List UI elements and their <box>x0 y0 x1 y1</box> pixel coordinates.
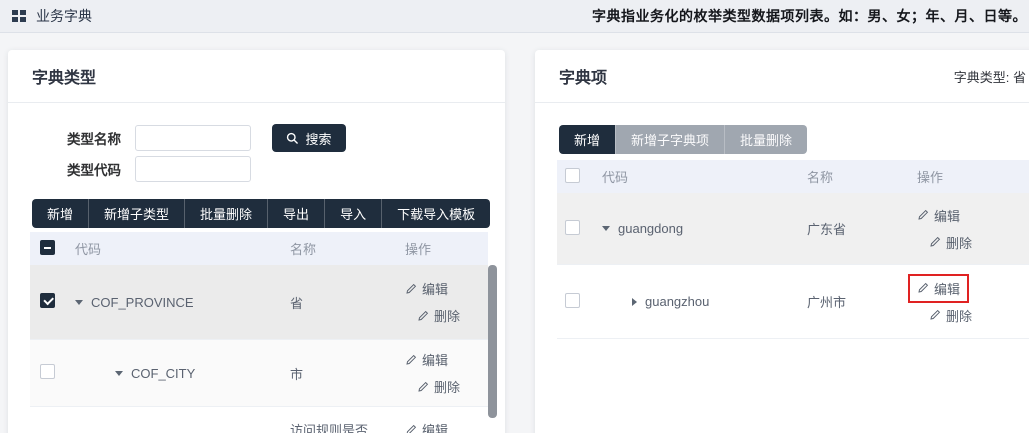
dict-item-table-header: 代码 名称 操作 <box>557 160 1029 193</box>
dict-item-title: 字典项 <box>559 64 607 88</box>
search-icon <box>286 132 299 145</box>
row-name: 广州市 <box>807 292 917 311</box>
collapse-caret-icon[interactable] <box>632 298 637 306</box>
expand-caret-icon[interactable] <box>602 226 610 231</box>
type-name-form-row: 类型名称 搜索 <box>67 124 346 152</box>
batch-delete-type-button[interactable]: 批量删除 <box>184 199 267 228</box>
dict-type-filter-value: 省 <box>1013 70 1026 85</box>
batch-delete-item-button[interactable]: 批量删除 <box>724 125 807 154</box>
delete-pencil-icon <box>929 309 941 321</box>
edit-link[interactable]: 编辑 <box>917 206 1029 225</box>
type-name-label: 类型名称 <box>67 128 135 148</box>
dict-type-panel-header: 字典类型 <box>8 50 505 103</box>
row-name: 省 <box>290 293 395 312</box>
dict-type-filter: 字典类型: 省 <box>954 67 1026 86</box>
row-code: COF_CITY <box>131 366 195 381</box>
select-all-checkbox[interactable] <box>565 168 580 183</box>
dict-item-panel: 字典项 字典类型: 省 新增 新增子字典项 批量删除 代码 名称 操作 guan… <box>535 50 1029 433</box>
expand-caret-icon[interactable] <box>75 300 83 305</box>
edit-pencil-icon <box>405 354 417 366</box>
search-button-label: 搜索 <box>305 129 331 148</box>
name-column-header: 名称 <box>807 167 917 186</box>
row-name: 访问规则是否 <box>290 420 395 433</box>
code-column-header: 代码 <box>75 239 290 258</box>
add-item-button[interactable]: 新增 <box>559 125 615 154</box>
type-code-form-row: 类型代码 <box>67 156 251 182</box>
type-code-label: 类型代码 <box>67 159 135 179</box>
page-description: 字典指业务化的枚举类型数据项列表。如：男、女；年、月、日等。 <box>592 6 1027 26</box>
add-type-button[interactable]: 新增 <box>32 199 88 228</box>
table-row[interactable]: COF_PROVINCE 省 编辑 删除 <box>30 265 488 340</box>
delete-pencil-icon <box>417 381 429 393</box>
delete-link[interactable]: 删除 <box>929 233 1029 252</box>
edit-pencil-icon <box>405 283 417 295</box>
add-subtype-button[interactable]: 新增子类型 <box>88 199 184 228</box>
row-name: 广东省 <box>807 219 917 238</box>
action-column-header: 操作 <box>917 167 1029 186</box>
select-all-checkbox[interactable] <box>40 240 55 255</box>
delete-link[interactable]: 删除 <box>417 306 488 325</box>
table-row[interactable]: guangdong 广东省 编辑 删除 <box>557 193 1029 265</box>
dict-type-panel: 字典类型 类型名称 搜索 类型代码 新增 新增子类型 批量删除 导出 导入 下载… <box>8 50 505 433</box>
table-row[interactable]: COF_CITY 市 编辑 删除 <box>30 340 488 407</box>
search-button[interactable]: 搜索 <box>272 124 346 152</box>
dict-item-panel-header: 字典项 字典类型: 省 <box>535 50 1029 103</box>
delete-pencil-icon <box>929 236 941 248</box>
edit-link[interactable]: 编辑 <box>405 350 488 369</box>
export-button[interactable]: 导出 <box>267 199 324 228</box>
topbar: 业务字典 字典指业务化的枚举类型数据项列表。如：男、女；年、月、日等。 <box>0 0 1029 33</box>
row-checkbox[interactable] <box>40 364 55 379</box>
edit-link-highlighted[interactable]: 编辑 <box>908 274 969 303</box>
row-code: guangdong <box>618 221 683 236</box>
row-checkbox[interactable] <box>565 220 580 235</box>
type-name-input[interactable] <box>135 125 251 151</box>
expand-caret-icon[interactable] <box>115 371 123 376</box>
table-scrollbar[interactable] <box>488 265 497 418</box>
delete-pencil-icon <box>417 310 429 322</box>
edit-pencil-icon <box>917 282 929 294</box>
name-column-header: 名称 <box>290 239 395 258</box>
row-checkbox[interactable] <box>565 293 580 308</box>
dict-item-toolbar: 新增 新增子字典项 批量删除 <box>559 125 807 154</box>
code-column-header: 代码 <box>602 167 807 186</box>
row-code: COF_PROVINCE <box>91 295 194 310</box>
table-row[interactable]: guangzhou 广州市 编辑 删除 <box>557 265 1029 339</box>
edit-pencil-icon <box>405 424 417 433</box>
dict-type-toolbar: 新增 新增子类型 批量删除 导出 导入 下载导入模板 <box>32 199 490 228</box>
dict-type-table: 代码 名称 操作 COF_PROVINCE 省 编辑 删除 <box>30 232 488 433</box>
import-button[interactable]: 导入 <box>324 199 381 228</box>
dict-type-table-header: 代码 名称 操作 <box>30 232 488 265</box>
delete-link[interactable]: 删除 <box>929 306 1029 325</box>
apps-grid-icon <box>12 10 26 22</box>
row-code: guangzhou <box>645 294 709 309</box>
dict-type-title: 字典类型 <box>32 64 96 88</box>
edit-pencil-icon <box>917 209 929 221</box>
page-title: 业务字典 <box>36 6 92 26</box>
row-checkbox[interactable] <box>40 293 55 308</box>
dict-item-table: 代码 名称 操作 guangdong 广东省 编辑 删除 <box>557 160 1029 339</box>
add-subitem-button[interactable]: 新增子字典项 <box>615 125 724 154</box>
delete-link[interactable]: 删除 <box>417 377 488 396</box>
edit-link[interactable]: 编辑 <box>405 420 488 433</box>
type-code-input[interactable] <box>135 156 251 182</box>
edit-link[interactable]: 编辑 <box>405 279 488 298</box>
row-name: 市 <box>290 364 395 383</box>
download-template-button[interactable]: 下载导入模板 <box>381 199 490 228</box>
table-row[interactable]: 访问规则是否 编辑 <box>30 407 488 433</box>
action-column-header: 操作 <box>395 239 488 258</box>
